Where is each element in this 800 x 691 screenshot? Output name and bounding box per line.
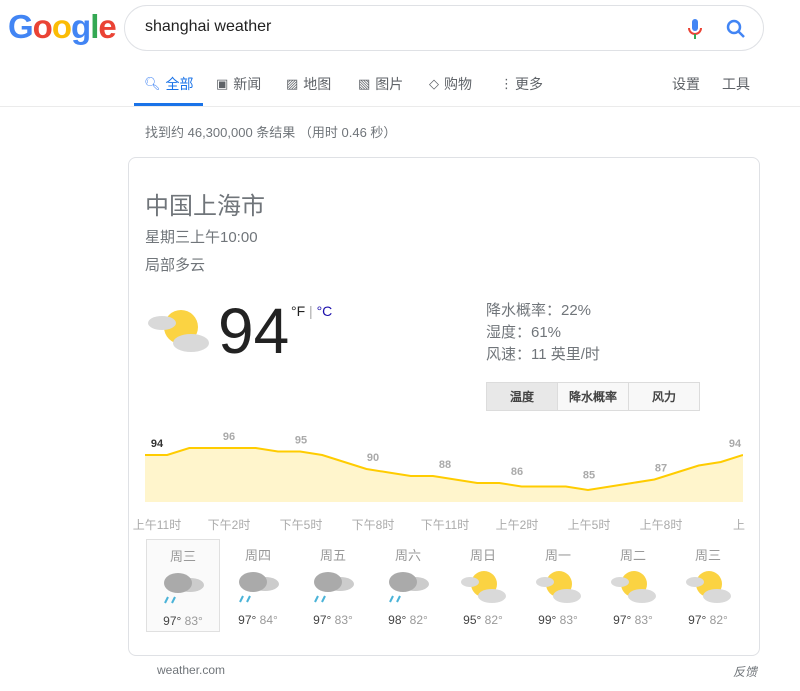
low-temp: 82° [409,613,428,627]
precip-chance: 降水概率：22% [486,302,592,319]
precipitation-button[interactable]: 降水概率 [557,382,629,411]
low-temp: 83° [334,613,353,627]
datetime: 星期三上午10:00 [145,229,258,246]
microphone-icon[interactable] [687,18,703,40]
high-temp: 98° [388,613,407,627]
map-icon: ▨ [286,76,299,91]
tab-maps[interactable]: ▨ 地图 [286,74,331,94]
feedback-link[interactable]: 反馈 [733,663,757,680]
partly-cloudy-icon [596,568,670,609]
tools-link[interactable]: 工具 [722,74,750,94]
day-name: 周二 [619,548,646,563]
forecast-day[interactable]: 周五 97° 83° [296,539,370,632]
data-label: 86 [511,466,523,478]
search-box [124,5,764,51]
source-link[interactable]: weather.com [157,663,225,677]
data-label: 95 [295,435,307,447]
temperature-button[interactable]: 温度 [486,382,558,411]
unit-fahrenheit[interactable]: °F [291,303,305,319]
forecast-day[interactable]: 周四 97° 84° [221,539,295,632]
search-icon: 🔍︎ [144,76,161,91]
day-name: 周四 [244,548,271,563]
forecast-day[interactable]: 周三 97° 82° [671,539,745,632]
high-temp: 97° [238,613,257,627]
data-label: 87 [655,463,667,475]
divider [0,106,800,107]
data-label: 88 [439,459,451,471]
time-tick: 上午2时 [495,518,539,532]
high-temp: 97° [313,613,332,627]
day-name: 周一 [544,548,571,563]
tab-news[interactable]: ▣ 新闻 [216,74,261,94]
partly-cloudy-icon [521,568,595,609]
search-icon[interactable] [725,18,747,40]
low-temp: 83° [184,614,203,628]
data-label: 94 [729,438,742,450]
tab-images[interactable]: ▧ 图片 [358,74,403,94]
wind-speed: 风速：11 英里/时 [486,346,600,363]
time-tick: 上午8时 [639,518,683,532]
search-input[interactable] [145,18,665,36]
time-tick: 下午5时 [279,518,323,532]
more-vert-icon: ⋮ [500,76,513,91]
result-stats: 找到约 46,300,000 条结果 （用时 0.46 秒） [145,125,397,140]
forecast-day[interactable]: 周六 98° 82° [371,539,445,632]
wind-button[interactable]: 风力 [628,382,700,411]
rain-cloud-icon [296,568,370,609]
time-tick: 上 [733,518,745,532]
data-label: 90 [367,452,379,464]
high-temp: 97° [688,613,707,627]
current-temp: 94 [218,295,290,367]
time-tick: 下午8时 [351,518,395,532]
high-temp: 97° [163,614,182,628]
forecast-day[interactable]: 周三 97° 83° [146,539,220,632]
low-temp: 82° [484,613,503,627]
rain-cloud-icon [371,568,445,609]
unit-separator: | [305,303,317,319]
forecast-day[interactable]: 周日 95° 82° [446,539,520,632]
time-tick: 下午2时 [207,518,251,532]
high-temp: 97° [613,613,632,627]
condition: 局部多云 [145,257,206,274]
data-label: 85 [583,470,595,482]
temperature-area [145,448,743,502]
data-label: 94 [151,438,164,450]
settings-link[interactable]: 设置 [672,74,700,94]
rain-cloud-icon [221,568,295,609]
day-name: 周三 [169,549,196,564]
forecast-day[interactable]: 周二 97° 83° [596,539,670,632]
time-tick: 下午11时 [420,518,470,532]
day-name: 周日 [469,548,496,563]
news-icon: ▣ [216,76,229,91]
tag-icon: ◇ [429,76,439,91]
forecast-day[interactable]: 周一 99° 83° [521,539,595,632]
partly-cloudy-icon [671,568,745,609]
data-label: 96 [223,431,235,443]
high-temp: 99° [538,613,557,627]
tab-more[interactable]: ⋮ 更多 [500,74,543,94]
temperature-chart: 94 96 95 90 88 86 85 87 94 [145,431,743,502]
day-name: 周五 [319,548,346,563]
unit-celsius[interactable]: °C [317,303,333,319]
low-temp: 84° [259,613,278,627]
low-temp: 83° [559,613,578,627]
low-temp: 83° [634,613,653,627]
day-name: 周六 [394,548,421,563]
tab-all[interactable]: 🔍︎ 全部 [144,74,194,94]
humidity: 湿度：61% [486,324,562,341]
partly-cloudy-icon [148,310,209,352]
time-tick: 上午5时 [567,518,611,532]
partly-cloudy-icon [446,568,520,609]
google-logo[interactable]: Google [8,8,117,46]
location: 中国上海市 [145,193,265,220]
tab-shopping[interactable]: ◇ 购物 [429,74,472,94]
high-temp: 95° [463,613,482,627]
rain-cloud-icon [147,569,219,610]
time-tick: 上午11时 [132,518,182,532]
day-name: 周三 [694,548,721,563]
low-temp: 82° [709,613,728,627]
image-icon: ▧ [358,76,371,91]
